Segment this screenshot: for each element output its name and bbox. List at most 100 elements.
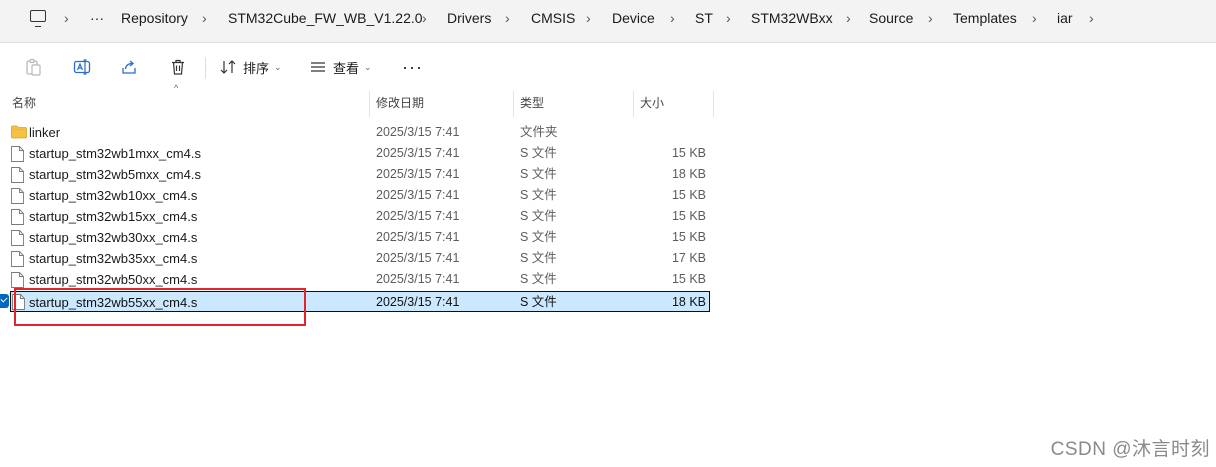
paste-icon bbox=[26, 58, 41, 76]
chevron-right-icon[interactable]: › bbox=[202, 0, 207, 36]
file-modified: 2025/3/15 7:41 bbox=[376, 295, 460, 309]
file-type: S 文件 bbox=[520, 272, 557, 286]
file-size: 18 KB bbox=[671, 295, 706, 309]
view-button[interactable]: 查看 ⌄ bbox=[309, 53, 372, 81]
see-more-button[interactable]: ··· bbox=[402, 53, 423, 81]
rename-icon bbox=[73, 59, 91, 75]
file-type: S 文件 bbox=[520, 209, 557, 223]
address-bar[interactable]: › ··· Repository › STM32Cube_FW_WB_V1.22… bbox=[0, 0, 1216, 43]
chevron-down-icon: ⌄ bbox=[364, 61, 372, 72]
file-type: S 文件 bbox=[520, 295, 557, 309]
chevron-right-icon[interactable]: › bbox=[1032, 0, 1037, 36]
file-type: S 文件 bbox=[520, 146, 557, 160]
sort-label: 排序 bbox=[243, 60, 270, 76]
file-type: S 文件 bbox=[520, 251, 557, 265]
watermark: CSDN @沐言时刻 bbox=[1050, 439, 1210, 460]
chevron-right-icon[interactable]: › bbox=[505, 0, 510, 36]
breadcrumb-stm32wbxx[interactable]: STM32WBxx bbox=[751, 0, 833, 36]
file-name: startup_stm32wb15xx_cm4.s bbox=[29, 209, 198, 224]
selection-checkbox[interactable] bbox=[0, 294, 9, 308]
file-modified: 2025/3/15 7:41 bbox=[376, 230, 460, 244]
file-name: startup_stm32wb30xx_cm4.s bbox=[29, 230, 198, 245]
chevron-right-icon[interactable]: › bbox=[64, 0, 69, 36]
breadcrumb-source[interactable]: Source bbox=[869, 0, 913, 36]
chevron-right-icon[interactable]: › bbox=[726, 0, 731, 36]
chevron-right-icon[interactable]: › bbox=[586, 0, 591, 36]
breadcrumb-templates[interactable]: Templates bbox=[953, 0, 1017, 36]
breadcrumb-drivers[interactable]: Drivers bbox=[447, 0, 491, 36]
highlight-annotation-box bbox=[14, 288, 306, 326]
file-size: 15 KB bbox=[671, 272, 706, 286]
column-header-name[interactable]: 名称 bbox=[12, 91, 367, 117]
column-divider[interactable] bbox=[369, 91, 370, 117]
file-type: 文件夹 bbox=[520, 125, 558, 139]
file-icon bbox=[11, 188, 24, 204]
breadcrumb-cmsis[interactable]: CMSIS bbox=[531, 0, 575, 36]
list-item[interactable]: startup_stm32wb5mxx_cm4.s 2025/3/15 7:41… bbox=[0, 164, 710, 185]
list-item[interactable]: startup_stm32wb50xx_cm4.s 2025/3/15 7:41… bbox=[0, 269, 710, 290]
file-modified: 2025/3/15 7:41 bbox=[376, 188, 460, 202]
share-button[interactable] bbox=[120, 53, 138, 81]
column-divider[interactable] bbox=[513, 91, 514, 117]
file-name: linker bbox=[29, 125, 61, 140]
file-icon bbox=[11, 251, 24, 267]
breadcrumb-iar[interactable]: iar bbox=[1057, 0, 1073, 36]
list-item[interactable]: startup_stm32wb30xx_cm4.s 2025/3/15 7:41… bbox=[0, 227, 710, 248]
list-item[interactable]: startup_stm32wb1mxx_cm4.s 2025/3/15 7:41… bbox=[0, 143, 710, 164]
column-divider[interactable] bbox=[713, 91, 714, 117]
list-item[interactable]: startup_stm32wb35xx_cm4.s 2025/3/15 7:41… bbox=[0, 248, 710, 269]
chevron-right-icon[interactable]: › bbox=[670, 0, 675, 36]
rename-button[interactable] bbox=[73, 53, 91, 81]
file-size: 15 KB bbox=[671, 230, 706, 244]
sort-button[interactable]: 排序 ⌄ bbox=[219, 53, 282, 81]
breadcrumb-overflow[interactable]: ··· bbox=[90, 0, 104, 36]
chevron-right-icon[interactable]: › bbox=[1089, 0, 1094, 36]
column-header-modified[interactable]: 修改日期 bbox=[376, 91, 511, 117]
file-size: 15 KB bbox=[671, 209, 706, 223]
file-icon bbox=[11, 272, 24, 288]
file-type: S 文件 bbox=[520, 167, 557, 181]
list-item[interactable]: startup_stm32wb15xx_cm4.s 2025/3/15 7:41… bbox=[0, 206, 710, 227]
file-icon bbox=[11, 146, 24, 162]
file-size: 15 KB bbox=[671, 146, 706, 160]
list-item[interactable]: startup_stm32wb10xx_cm4.s 2025/3/15 7:41… bbox=[0, 185, 710, 206]
breadcrumb-repository[interactable]: Repository bbox=[121, 0, 188, 36]
file-name: startup_stm32wb50xx_cm4.s bbox=[29, 272, 198, 287]
file-modified: 2025/3/15 7:41 bbox=[376, 209, 460, 223]
file-icon bbox=[11, 230, 24, 246]
paste-button[interactable] bbox=[24, 53, 42, 81]
sort-icon bbox=[220, 60, 236, 74]
column-divider[interactable] bbox=[633, 91, 634, 117]
file-size: 18 KB bbox=[671, 167, 706, 181]
chevron-down-icon: ⌄ bbox=[274, 61, 282, 72]
file-modified: 2025/3/15 7:41 bbox=[376, 125, 460, 139]
view-label: 查看 bbox=[333, 60, 360, 76]
file-modified: 2025/3/15 7:41 bbox=[376, 272, 460, 286]
file-modified: 2025/3/15 7:41 bbox=[376, 146, 460, 160]
chevron-right-icon[interactable]: › bbox=[846, 0, 851, 36]
file-name: startup_stm32wb5mxx_cm4.s bbox=[29, 167, 201, 182]
file-name: startup_stm32wb1mxx_cm4.s bbox=[29, 146, 201, 161]
column-header-type[interactable]: 类型 bbox=[520, 91, 630, 117]
column-header-row: 名称 修改日期 类型 大小 bbox=[0, 91, 1216, 117]
breadcrumb-st[interactable]: ST bbox=[695, 0, 713, 36]
file-modified: 2025/3/15 7:41 bbox=[376, 251, 460, 265]
breadcrumb-device[interactable]: Device bbox=[612, 0, 655, 36]
trash-icon bbox=[172, 59, 184, 75]
chevron-right-icon[interactable]: › bbox=[928, 0, 933, 36]
file-size: 17 KB bbox=[671, 251, 706, 265]
list-item[interactable]: linker 2025/3/15 7:41 文件夹 bbox=[0, 122, 710, 143]
column-header-size[interactable]: 大小 bbox=[640, 91, 710, 117]
chevron-right-icon[interactable]: › bbox=[422, 0, 427, 36]
command-bar: 排序 ⌄ 查看 ⌄ ··· bbox=[0, 43, 1216, 91]
share-icon bbox=[122, 60, 136, 74]
this-pc-icon[interactable] bbox=[30, 10, 46, 27]
file-type: S 文件 bbox=[520, 230, 557, 244]
delete-button[interactable] bbox=[169, 53, 187, 81]
file-name: startup_stm32wb10xx_cm4.s bbox=[29, 188, 198, 203]
folder-icon bbox=[11, 125, 27, 139]
file-name: startup_stm32wb35xx_cm4.s bbox=[29, 251, 198, 266]
breadcrumb-stm32cube-fw[interactable]: STM32Cube_FW_WB_V1.22.0 bbox=[228, 0, 423, 36]
view-list-icon bbox=[311, 62, 325, 72]
file-size: 15 KB bbox=[671, 188, 706, 202]
